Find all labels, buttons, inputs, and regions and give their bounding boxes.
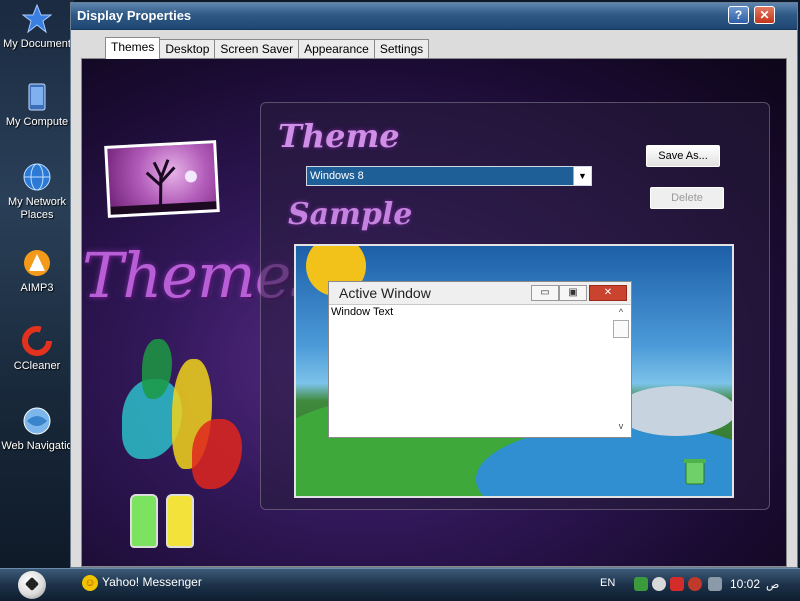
preview-mountain	[616, 386, 732, 436]
clock-time[interactable]: 10:02	[730, 577, 760, 591]
desktop-icon-label: My Compute	[5, 116, 69, 128]
theme-select-value: Windows 8	[310, 170, 364, 182]
ccleaner-icon	[22, 326, 52, 356]
tab-strip: Themes Desktop Screen Saver Appearance S…	[105, 37, 430, 59]
taskbar-item-label: Yahoo! Messenger	[102, 575, 202, 590]
tab-settings[interactable]: Settings	[373, 39, 430, 59]
preview-active-window: Active Window ▭ ▣ ✕ Window Text ^ v	[328, 281, 632, 438]
computer-icon	[28, 83, 46, 111]
desktop-icon-label: My Network Places	[7, 196, 67, 221]
theme-select[interactable]: Windows 8 ▼	[306, 166, 592, 186]
theme-label: Theme	[278, 117, 400, 155]
language-indicator[interactable]: EN	[600, 577, 615, 589]
tray-calendar-icon[interactable]	[708, 577, 722, 591]
desktop-icon-my-network-places[interactable]: My Network Places	[0, 162, 74, 222]
star-icon	[22, 4, 52, 34]
save-as-button[interactable]: Save As...	[646, 145, 720, 167]
smiley-icon: ☺	[82, 575, 98, 591]
preview-window-title: Active Window	[339, 285, 431, 301]
tab-themes[interactable]: Themes	[105, 37, 161, 59]
minimize-icon: ▭	[531, 285, 559, 301]
tree-silhouette-icon	[110, 159, 217, 215]
sample-preview: Active Window ▭ ▣ ✕ Window Text ^ v	[294, 244, 734, 498]
desktop-icon-label: Web Navigatio	[1, 440, 73, 452]
preview-scrollbar: ^ v	[613, 306, 629, 434]
close-icon: ✕	[589, 285, 627, 301]
delete-button[interactable]: Delete	[650, 187, 724, 209]
themes-panel: Themes Theme Windows 8 ▼ Save As... Dele…	[81, 58, 787, 567]
title-bar[interactable]: Display Properties ? ✕	[71, 3, 797, 30]
desktop-icon-web-navigator[interactable]: Web Navigatio	[0, 406, 74, 453]
preview-title-bar: Active Window ▭ ▣ ✕	[329, 282, 631, 305]
close-button[interactable]: ✕	[754, 6, 775, 24]
help-button[interactable]: ?	[728, 6, 749, 24]
tray-security-shield-icon[interactable]	[670, 577, 684, 591]
tab-desktop[interactable]: Desktop	[159, 39, 216, 59]
tab-screen-saver[interactable]: Screen Saver	[214, 39, 300, 59]
decorative-tree-image	[104, 140, 220, 218]
desktop-icon-label: AIMP3	[20, 282, 54, 294]
bottle-decoration	[130, 494, 158, 548]
taskbar-item-yahoo-messenger[interactable]: ☺ Yahoo! Messenger	[82, 575, 202, 591]
clock-ampm: ص	[766, 579, 780, 591]
desktop-icon-column: My Document My Compute My Network Places…	[0, 0, 74, 568]
desktop-icon-ccleaner[interactable]: CCleaner	[0, 326, 74, 373]
network-globe-icon	[23, 163, 51, 191]
scroll-down-icon: v	[618, 421, 624, 431]
aimp3-icon	[24, 250, 50, 276]
web-navigator-icon	[23, 407, 51, 435]
paint-splash-decoration	[192, 419, 242, 489]
desktop-icon-label: CCleaner	[13, 360, 61, 372]
chevron-down-icon[interactable]: ▼	[573, 167, 591, 185]
display-properties-window: Display Properties ? ✕ Themes Desktop Sc…	[70, 2, 798, 568]
start-button[interactable]	[18, 571, 46, 599]
taskbar: ☺ Yahoo! Messenger EN 10:02 ص	[0, 568, 800, 601]
desktop-icon-aimp3[interactable]: AIMP3	[0, 248, 74, 295]
recycle-bin-icon	[684, 459, 706, 485]
tray-network-icon[interactable]	[634, 577, 648, 591]
desktop-icon-my-computer[interactable]: My Compute	[0, 82, 74, 129]
preview-window-text: Window Text	[331, 306, 394, 318]
bottle-decoration	[166, 494, 194, 548]
sample-label: Sample	[288, 197, 413, 232]
desktop-icon-my-documents[interactable]: My Document	[0, 4, 74, 51]
tray-antivirus-icon[interactable]	[688, 577, 702, 591]
tab-appearance[interactable]: Appearance	[298, 39, 375, 59]
desktop-icon-label: My Document	[3, 38, 71, 50]
scroll-up-icon: ^	[618, 307, 624, 317]
scroll-thumb	[613, 320, 629, 338]
tray-volume-icon[interactable]	[652, 577, 666, 591]
maximize-icon: ▣	[559, 285, 587, 301]
window-title: Display Properties	[77, 8, 192, 23]
